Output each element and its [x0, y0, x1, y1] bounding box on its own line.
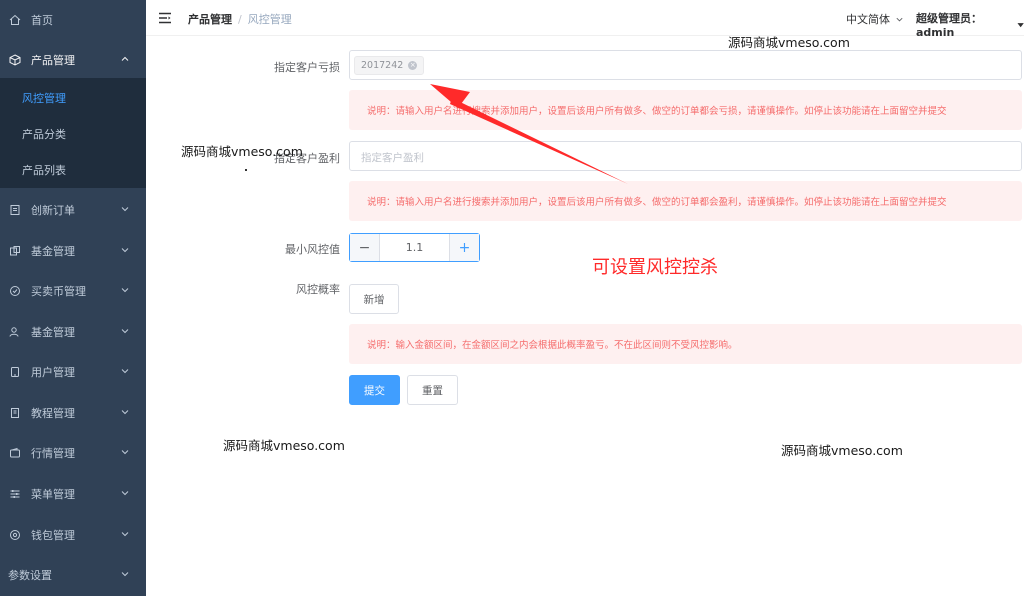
breadcrumb-current: 风控管理 [247, 13, 292, 26]
chevron-down-icon [121, 207, 129, 212]
book-icon [8, 406, 22, 420]
sidebar-item-label: 创新订单 [31, 204, 75, 217]
sidebar-item-market-management[interactable]: 行情管理 [0, 433, 146, 473]
watermark: 源码商城vmeso.com [181, 144, 303, 159]
loss-user-label: 指定客户亏损 [274, 61, 340, 74]
stray-dot [245, 169, 247, 171]
chevron-down-icon [896, 17, 903, 21]
wallet-icon [8, 446, 22, 460]
user-tag: 2017242 × [354, 56, 425, 75]
loss-notice: 说明：请输入用户名进行搜索并添加用户，设置后该用户所有做多、做空的订单都会亏损，… [349, 90, 1022, 130]
chevron-down-icon [121, 410, 129, 415]
add-button[interactable]: 新增 [349, 284, 399, 314]
fund-icon [8, 244, 22, 258]
sidebar-item-label: 买卖币管理 [31, 285, 86, 298]
gear-icon [8, 528, 22, 542]
submenu-item-label: 产品列表 [22, 164, 66, 177]
sidebar-item-label: 菜单管理 [31, 488, 75, 501]
watermark: 源码商城vmeso.com [728, 35, 850, 50]
submenu-item-product-list[interactable]: 产品列表 [0, 152, 146, 188]
sidebar-item-coin-trade-management[interactable]: 买卖币管理 [0, 271, 146, 311]
sliders-icon [8, 487, 22, 501]
sidebar-item-label: 教程管理 [31, 407, 75, 420]
sidebar-item-product-management[interactable]: 产品管理 [0, 40, 146, 80]
sidebar-item-label: 参数设置 [8, 569, 52, 582]
chevron-down-icon [121, 532, 129, 537]
sidebar-item-fund-management[interactable]: 基金管理 [0, 231, 146, 271]
sidebar-item-parameter-settings[interactable]: 参数设置 [0, 555, 146, 595]
top-navbar: 产品管理 / 风控管理 中文简体 超级管理员：admin [146, 0, 1024, 39]
chevron-down-icon [121, 369, 129, 374]
reset-button[interactable]: 重置 [407, 375, 458, 405]
chevron-down-icon [121, 572, 129, 577]
submenu-item-label: 产品分类 [22, 128, 66, 141]
sidebar: 首页 产品管理 风控管理 产品分类 产品列表 创新订单 基金管理 买卖币管理 基… [0, 0, 146, 596]
sidebar-item-label: 钱包管理 [31, 529, 75, 542]
user-tag-label: 2017242 [361, 60, 404, 71]
increment-button[interactable]: + [449, 234, 479, 261]
submenu-product: 风控管理 产品分类 产品列表 [0, 78, 146, 188]
sidebar-item-menu-management[interactable]: 菜单管理 [0, 474, 146, 514]
annotation-text: 可设置风控控杀 [592, 257, 718, 278]
sidebar-item-label: 产品管理 [31, 54, 75, 67]
sidebar-item-wallet-management[interactable]: 钱包管理 [0, 515, 146, 555]
sidebar-item-innovation-orders[interactable]: 创新订单 [0, 190, 146, 230]
profit-user-placeholder: 指定客户盈利 [361, 152, 424, 164]
breadcrumb: 产品管理 / 风控管理 [188, 11, 292, 27]
chevron-up-icon [121, 56, 129, 61]
submenu-item-product-category[interactable]: 产品分类 [0, 116, 146, 152]
sidebar-item-label: 行情管理 [31, 447, 75, 460]
profit-user-select[interactable]: 指定客户盈利 [349, 141, 1022, 171]
chevron-down-icon [121, 450, 129, 455]
sidebar-item-user-management[interactable]: 用户管理 [0, 352, 146, 392]
submenu-item-risk-control[interactable]: 风控管理 [0, 80, 146, 116]
sidebar-item-label: 首页 [31, 14, 53, 27]
rate-notice: 说明：输入金额区间，在金额区间之内会根据此概率盈亏。不在此区间则不受风控影响。 [349, 324, 1022, 364]
chevron-down-icon [121, 288, 129, 293]
check-circle-icon [8, 284, 22, 298]
sidebar-item-fund-management-2[interactable]: 基金管理 [0, 312, 146, 352]
hamburger-icon[interactable] [158, 11, 172, 25]
user-menu[interactable]: 超级管理员：admin [916, 10, 1024, 39]
box-icon [8, 53, 22, 67]
home-icon [8, 13, 22, 27]
min-risk-label: 最小风控值 [285, 243, 340, 256]
breadcrumb-separator: / [238, 12, 242, 26]
risk-rate-label: 风控概率 [296, 283, 340, 296]
sidebar-item-label: 基金管理 [31, 326, 75, 339]
min-risk-input[interactable]: 1.1 [380, 234, 449, 261]
decrement-button[interactable]: − [350, 234, 380, 261]
profit-notice: 说明：请输入用户名进行搜索并添加用户，设置后该用户所有做多、做空的订单都会盈利，… [349, 181, 1022, 221]
watermark: 源码商城vmeso.com [223, 438, 345, 453]
loss-user-select[interactable]: 2017242 × [349, 50, 1022, 80]
chevron-down-icon [121, 491, 129, 496]
submenu-item-label: 风控管理 [22, 92, 66, 105]
sidebar-item-home[interactable]: 首页 [0, 0, 146, 40]
chevron-down-icon [121, 329, 129, 334]
document-icon [8, 203, 22, 217]
caret-down-icon [1017, 22, 1024, 27]
sidebar-item-label: 用户管理 [31, 366, 75, 379]
tablet-icon [8, 365, 22, 379]
chevron-down-icon [121, 248, 129, 253]
min-risk-stepper: − 1.1 + [349, 233, 480, 262]
language-label: 中文简体 [846, 13, 890, 26]
language-selector[interactable]: 中文简体 [846, 11, 904, 27]
watermark: 源码商城vmeso.com [781, 443, 903, 458]
sidebar-item-label: 基金管理 [31, 245, 75, 258]
submit-button[interactable]: 提交 [349, 375, 400, 405]
user-name: 超级管理员：admin [916, 12, 982, 39]
sidebar-item-tutorial-management[interactable]: 教程管理 [0, 393, 146, 433]
user-group-icon [8, 325, 22, 339]
breadcrumb-item[interactable]: 产品管理 [188, 11, 232, 27]
close-icon[interactable]: × [408, 61, 418, 70]
